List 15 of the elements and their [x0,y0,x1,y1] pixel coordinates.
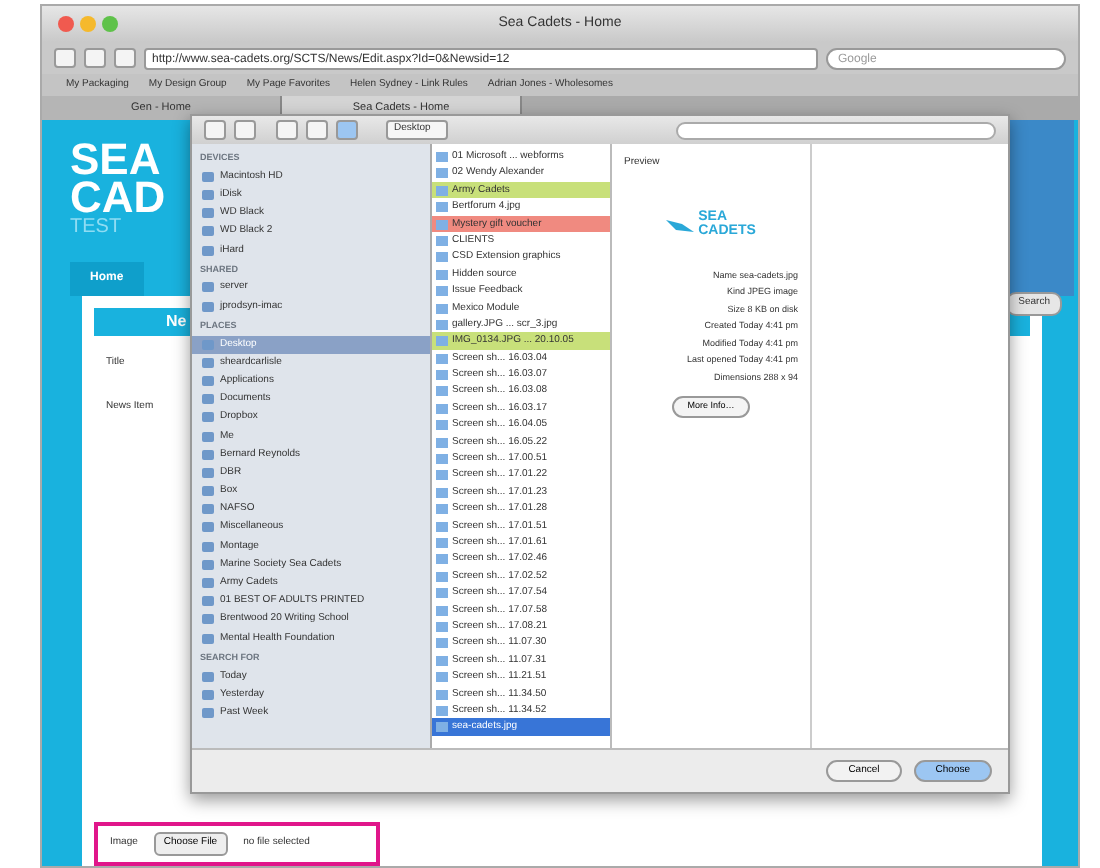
column-view-button[interactable] [306,120,328,140]
forward-button[interactable] [234,120,256,140]
logo-text: CAD [70,178,166,216]
back-button[interactable] [54,48,76,68]
minimize-icon[interactable] [80,16,96,32]
forward-button[interactable] [84,48,106,68]
close-icon[interactable] [58,16,74,32]
add-bookmark-button[interactable] [114,48,136,68]
icon-view-button[interactable] [336,120,358,140]
back-button[interactable] [204,120,226,140]
zoom-icon[interactable] [102,16,118,32]
list-view-button[interactable] [276,120,298,140]
logo-text: SEA [70,140,161,178]
logo-subtitle: TEST [70,216,122,240]
search-field[interactable] [676,121,996,139]
